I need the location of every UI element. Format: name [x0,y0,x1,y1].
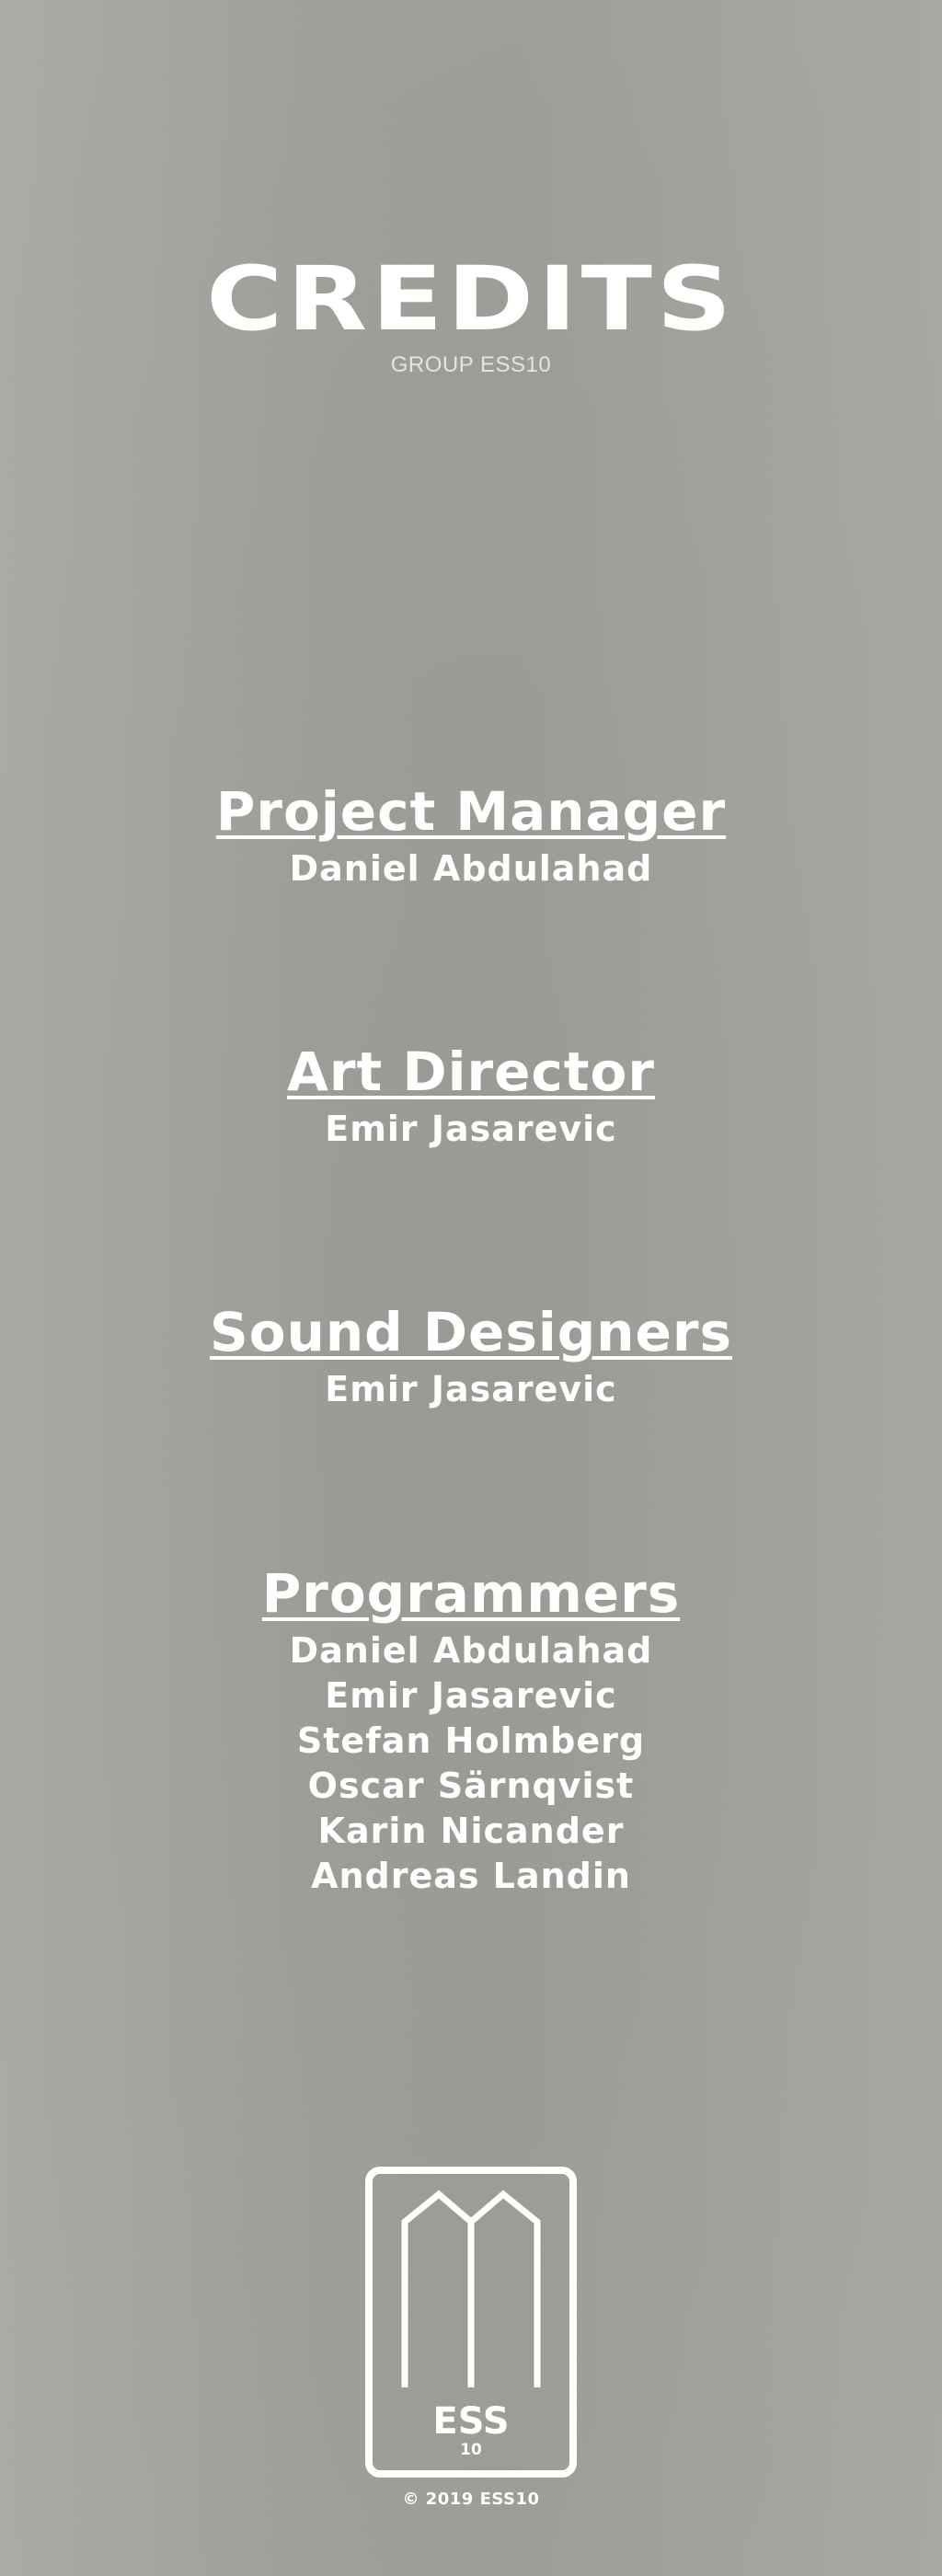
credit-name: Oscar Särnqvist [307,1765,635,1806]
section-programmers: Programmers Daniel Abdulahad Emir Jasare… [0,1564,942,1899]
name-list: Emir Jasarevic [0,1107,942,1152]
credit-name: Emir Jasarevic [325,1369,617,1409]
ess10-logo-icon: ESS 10 [365,2167,577,2478]
credit-name: Emir Jasarevic [325,1675,617,1716]
credit-name: Stefan Holmberg [296,1720,646,1761]
credits-subtitle: GROUP ESS10 [390,352,552,377]
logo-number: 10 [460,2441,482,2459]
credit-name: Daniel Abdulahad [289,848,653,889]
name-list: Daniel Abdulahad Emir Jasarevic Stefan H… [0,1628,942,1899]
copyright-text: © 2019 ESS10 [402,2490,540,2509]
section-project-manager: Project Manager Daniel Abdulahad [0,782,942,891]
section-sound-designers: Sound Designers Emir Jasarevic [0,1303,942,1412]
role-heading: Programmers [261,1562,681,1625]
logo-text: ESS [432,2400,509,2443]
credits-header: CREDITS GROUP ESS10 [0,248,942,379]
credits-title: CREDITS [206,247,736,351]
role-heading: Sound Designers [209,1301,733,1363]
credit-name: Andreas Landin [311,1856,631,1896]
credit-name: Daniel Abdulahad [289,1630,653,1671]
name-list: Emir Jasarevic [0,1367,942,1412]
role-heading: Project Manager [215,780,727,843]
credit-name: Emir Jasarevic [325,1109,617,1149]
credit-name: Karin Nicander [317,1811,625,1851]
name-list: Daniel Abdulahad [0,846,942,891]
section-art-director: Art Director Emir Jasarevic [0,1042,942,1152]
role-heading: Art Director [287,1041,655,1103]
